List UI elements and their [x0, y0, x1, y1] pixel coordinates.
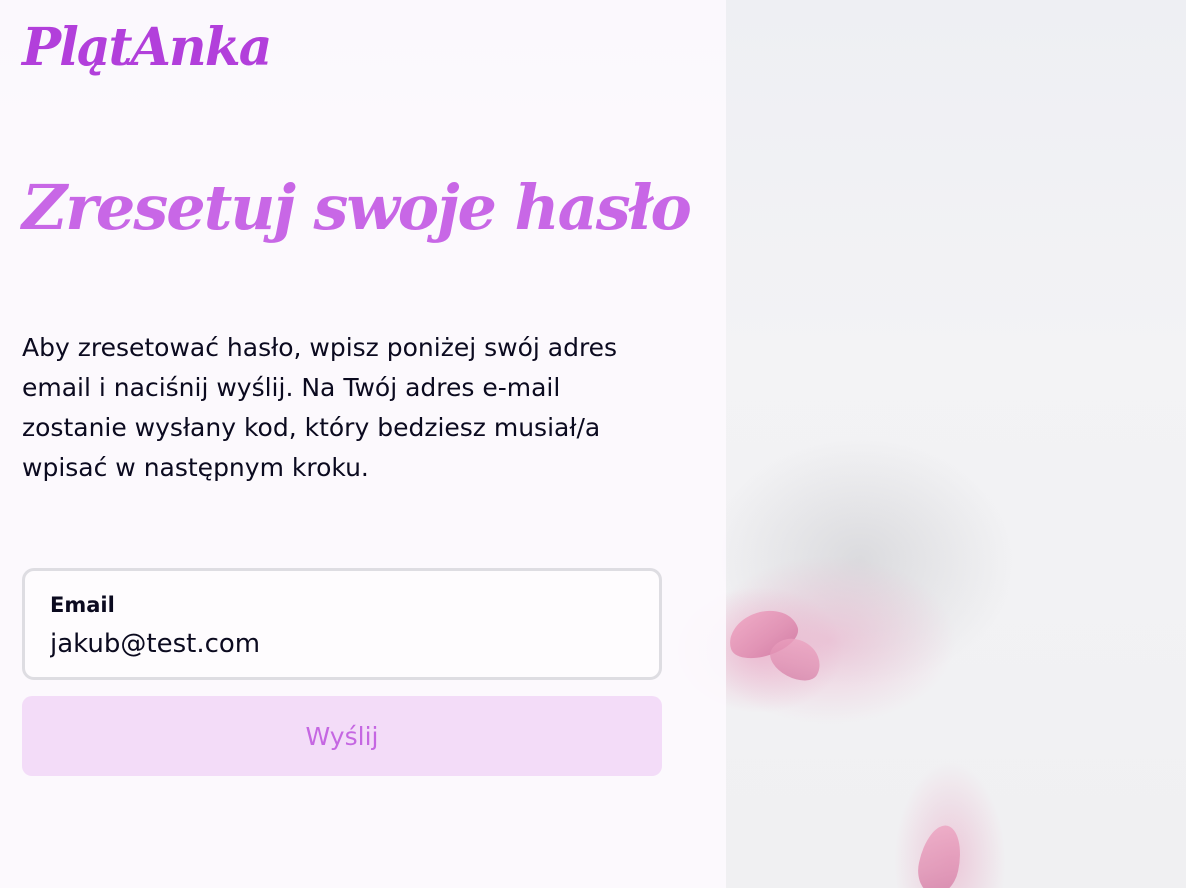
- send-button[interactable]: Wyślij: [22, 696, 662, 776]
- email-label: Email: [50, 593, 115, 617]
- email-field[interactable]: Email: [22, 568, 662, 680]
- email-input[interactable]: [50, 625, 630, 663]
- page-title: Zresetuj swoje hasło: [22, 171, 692, 244]
- reset-password-panel: PlątAnka Zresetuj swoje hasło Aby zreset…: [0, 0, 726, 888]
- instructions-text: Aby zresetować hasło, wpisz poniżej swój…: [22, 333, 618, 482]
- brand-logo[interactable]: PlątAnka: [22, 22, 272, 74]
- flower-petal: [913, 821, 967, 888]
